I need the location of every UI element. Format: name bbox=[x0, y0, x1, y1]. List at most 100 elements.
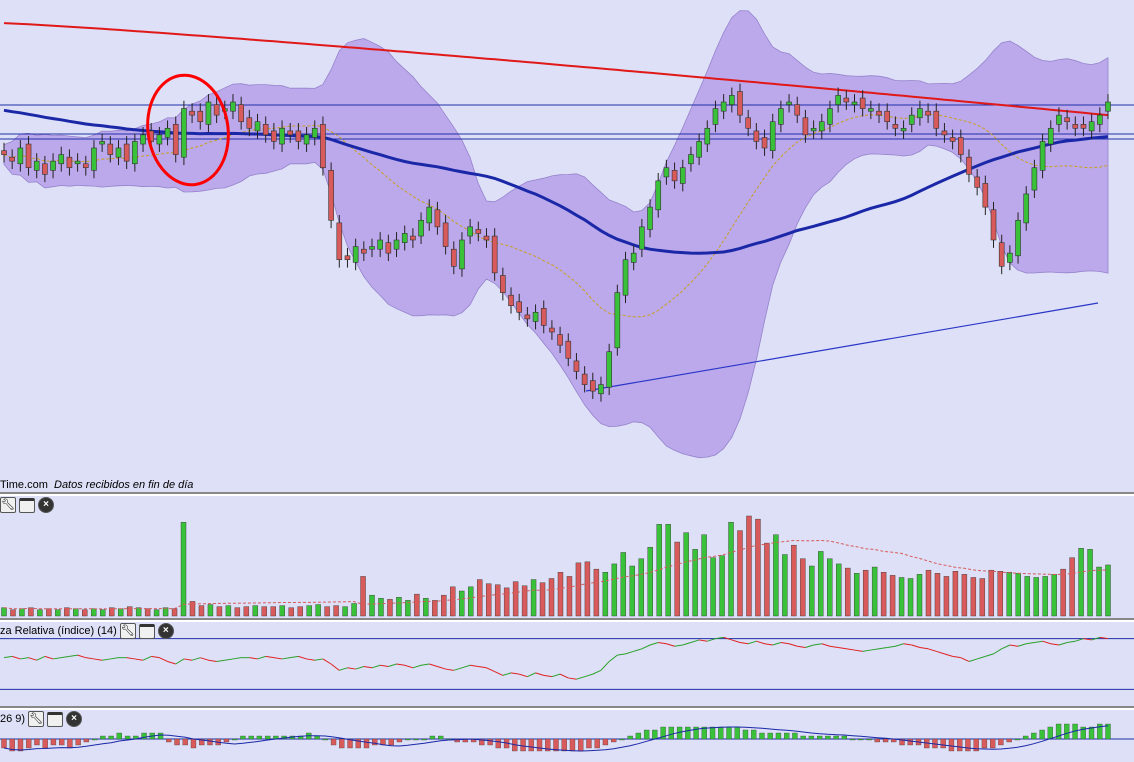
rsi-line-segment bbox=[61, 655, 70, 659]
macd-bar-positive bbox=[800, 735, 806, 740]
rsi-line-segment bbox=[298, 655, 307, 660]
close-icon[interactable]: × bbox=[66, 711, 83, 727]
volume-pane[interactable]: 🔧︎ × bbox=[0, 496, 1134, 618]
candle-up bbox=[369, 246, 375, 250]
close-icon[interactable]: × bbox=[157, 623, 174, 639]
rsi-line-segment bbox=[404, 664, 414, 669]
candle-up bbox=[467, 226, 473, 237]
candle-down bbox=[549, 327, 555, 333]
volume-bar-down bbox=[845, 567, 851, 617]
rsi-line-segment bbox=[919, 647, 929, 650]
volume-bar-up bbox=[853, 573, 860, 617]
candle-up bbox=[401, 233, 408, 243]
rsi-line-segment bbox=[985, 653, 994, 657]
price-chart-pane[interactable]: Time.com Datos recibidos en fin de día bbox=[0, 0, 1134, 492]
macd-bar-positive bbox=[429, 735, 436, 740]
macd-bar-positive bbox=[759, 732, 765, 740]
volume-bar-up bbox=[701, 534, 707, 617]
wrench-icon[interactable]: 🔧︎ bbox=[119, 623, 136, 639]
wrench-icon[interactable]: 🔧︎ bbox=[0, 497, 16, 513]
candle-up bbox=[311, 127, 318, 138]
candle-up bbox=[132, 141, 138, 165]
window-icon[interactable] bbox=[138, 623, 155, 639]
window-icon[interactable] bbox=[19, 497, 35, 513]
rsi-pane[interactable]: za Relativa (índice) (14) 🔧︎ × bbox=[0, 622, 1134, 706]
candle-up bbox=[1039, 141, 1046, 171]
macd-bar-positive bbox=[792, 732, 798, 740]
rsi-line-segment bbox=[666, 643, 675, 647]
rsi-line-segment bbox=[420, 663, 430, 666]
volume-bar-up bbox=[153, 609, 160, 617]
pane-divider[interactable] bbox=[0, 492, 1134, 494]
rsi-line-segment bbox=[363, 666, 373, 669]
macd-bar-positive bbox=[833, 735, 839, 740]
macd-bar-positive bbox=[718, 726, 724, 740]
candle-up bbox=[696, 141, 702, 158]
volume-bar-up bbox=[1033, 577, 1039, 617]
macd-bar-negative bbox=[396, 738, 403, 743]
candle-down bbox=[450, 248, 457, 267]
volume-bar-down bbox=[548, 578, 555, 617]
close-icon[interactable]: × bbox=[38, 497, 54, 513]
candle-down bbox=[295, 130, 302, 142]
candle-up bbox=[1047, 127, 1054, 145]
rsi-line-segment bbox=[764, 643, 773, 646]
window-icon[interactable] bbox=[47, 711, 64, 727]
candle-up bbox=[712, 108, 719, 125]
volume-bar-down bbox=[10, 609, 16, 617]
macd-pane[interactable]: 26 9) 🔧︎ × bbox=[0, 710, 1134, 762]
macd-bar-positive bbox=[767, 732, 773, 740]
candle-down bbox=[745, 117, 751, 129]
rsi-line-segment bbox=[453, 667, 463, 671]
rsi-line-segment bbox=[805, 644, 814, 649]
rsi-line-segment bbox=[494, 671, 504, 676]
candle-down bbox=[925, 110, 931, 116]
data-received-note: Datos recibidos en fin de día bbox=[54, 479, 194, 491]
rsi-line-segment bbox=[3, 655, 13, 659]
volume-bar-up bbox=[252, 605, 259, 617]
rsi-line-segment bbox=[290, 655, 299, 659]
macd-bar-negative bbox=[578, 738, 584, 752]
candle-down bbox=[287, 130, 294, 136]
macd-bar-positive bbox=[751, 729, 757, 740]
candle-up bbox=[688, 154, 694, 165]
volume-bar-down bbox=[432, 600, 438, 617]
rsi-line-segment bbox=[903, 643, 912, 646]
volume-bar-down bbox=[297, 606, 303, 617]
candle-up bbox=[622, 259, 629, 296]
volume-bar-down bbox=[243, 606, 250, 617]
macd-bar-positive bbox=[413, 738, 419, 741]
volume-bar-up bbox=[728, 522, 734, 617]
volume-chart-svg bbox=[1, 515, 1111, 617]
candle-up bbox=[91, 147, 97, 171]
volume-bar-up bbox=[827, 558, 833, 617]
candle-down bbox=[491, 235, 498, 274]
macd-bar-negative bbox=[75, 738, 81, 746]
wrench-icon[interactable]: 🔧︎ bbox=[28, 711, 45, 727]
volume-bar-down bbox=[503, 587, 510, 617]
volume-bar-down bbox=[521, 585, 528, 617]
volume-bar-up bbox=[423, 598, 429, 617]
rsi-line-segment bbox=[330, 663, 340, 671]
candle-down bbox=[966, 156, 972, 175]
macd-bar-positive bbox=[421, 738, 427, 741]
volume-bar-down bbox=[755, 518, 761, 617]
macd-bar-positive bbox=[438, 735, 444, 740]
rsi-line-segment bbox=[191, 657, 201, 661]
rsi-line-segment bbox=[1034, 640, 1043, 643]
volume-bar-up bbox=[1042, 576, 1048, 617]
candle-up bbox=[532, 311, 539, 322]
macd-bar-negative bbox=[59, 738, 65, 746]
volume-bar-up bbox=[369, 594, 375, 617]
candle-up bbox=[377, 239, 383, 250]
volume-bar-up bbox=[180, 522, 187, 617]
macd-bar-negative bbox=[182, 738, 188, 746]
macd-bar-negative bbox=[50, 738, 57, 746]
pane-divider[interactable] bbox=[0, 706, 1134, 708]
pane-divider[interactable] bbox=[0, 618, 1134, 620]
candle-down bbox=[410, 235, 416, 241]
rsi-line-segment bbox=[200, 657, 209, 661]
volume-bar-up bbox=[907, 578, 914, 617]
candle-up bbox=[115, 147, 122, 158]
volume-bar-up bbox=[306, 605, 312, 617]
